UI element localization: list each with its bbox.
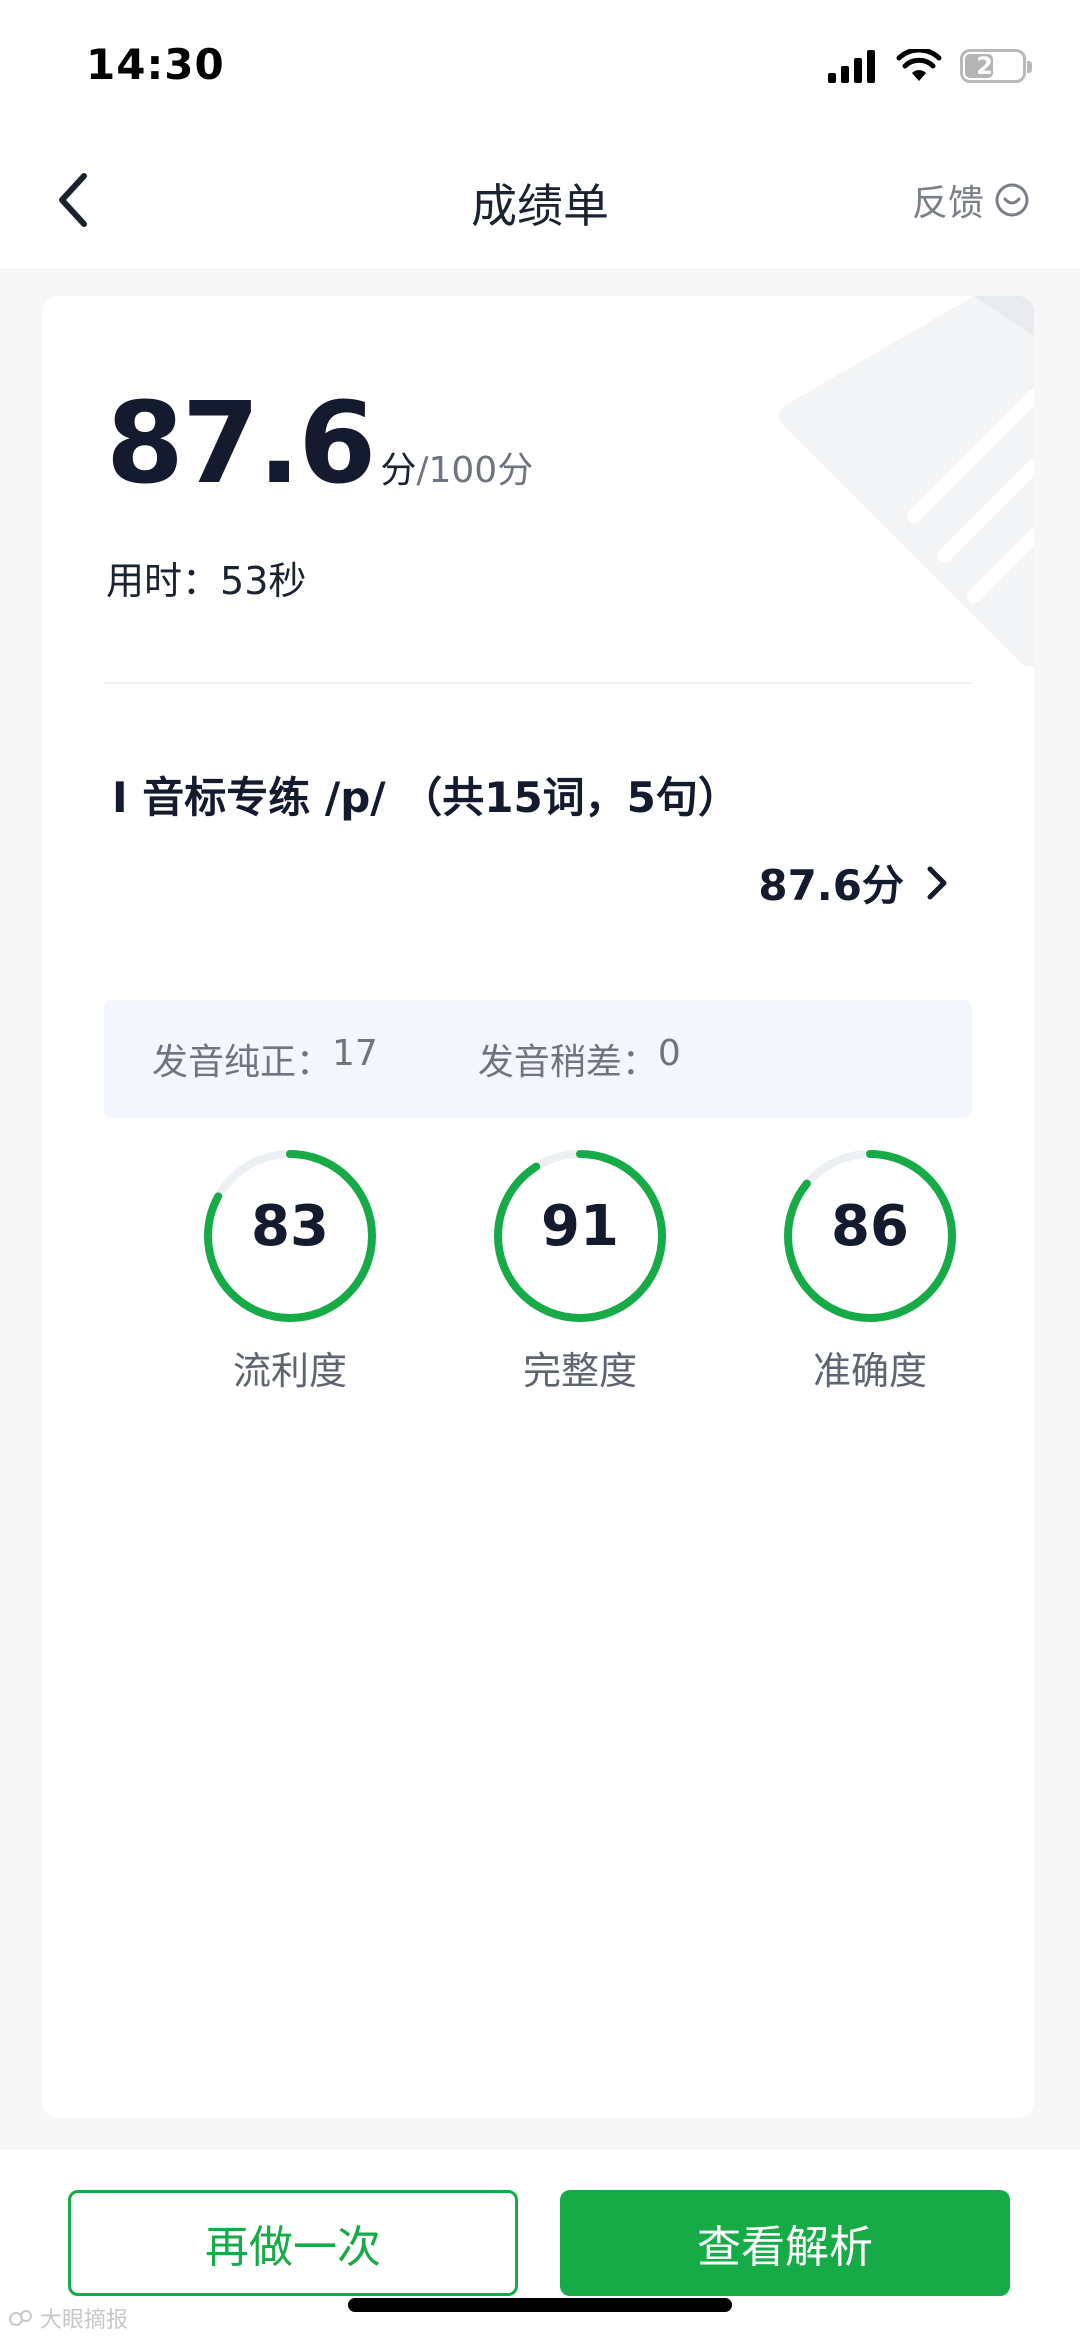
home-indicator	[348, 2298, 732, 2312]
metric-completeness: 91 完整度	[480, 1146, 680, 1395]
score-unit: 分	[380, 450, 417, 491]
view-analysis-button[interactable]: 查看解析	[560, 2190, 1010, 2296]
redo-button[interactable]: 再做一次	[68, 2190, 518, 2296]
nav-bar: 成绩单 反馈	[0, 130, 1080, 268]
decorative-document-icon	[779, 296, 1034, 666]
metric-fluency: 83 流利度	[190, 1146, 390, 1395]
pronunciation-poor-value: 0	[657, 1033, 681, 1074]
exercise-score-link[interactable]: 87.6分	[758, 852, 948, 913]
pronunciation-poor-label: 发音稍差：	[477, 1042, 658, 1083]
pronunciation-summary: 发音纯正： 17 发音稍差： 0	[104, 1000, 972, 1118]
exercise-title: I 音标专练 /p/ （共15词，5句）	[112, 773, 740, 822]
status-time: 14:30	[86, 40, 225, 89]
metric-label: 完整度	[522, 1349, 637, 1393]
time-used-label: 用时：	[106, 559, 221, 603]
status-icons: 21	[828, 46, 1032, 86]
exercise-score: 87.6分	[758, 861, 904, 910]
wifi-icon	[896, 49, 942, 81]
metric-value: 91	[541, 1194, 619, 1259]
divider	[104, 682, 972, 684]
metric-accuracy: 86 准确度	[770, 1146, 970, 1395]
smiley-icon	[995, 183, 1029, 217]
battery-level: 21	[976, 52, 1010, 80]
time-used: 用时：53秒	[106, 550, 306, 605]
report-card: 87.6 分 /100分 用时：53秒 I 音标专练 /p/ （共15词，5句）…	[42, 296, 1034, 2118]
watermark-text: 大眼摘报	[40, 2308, 129, 2333]
score-total: /100分	[416, 450, 534, 491]
battery-icon: 21	[960, 49, 1032, 83]
feedback-button[interactable]: 反馈	[912, 174, 1030, 226]
time-used-value: 53秒	[220, 559, 307, 603]
total-score: 87.6 分 /100分	[106, 388, 533, 500]
screen: 14:30 21 成绩单 反馈 87.6 分 /100分 用时：53秒 I 音标…	[0, 0, 1080, 2337]
signal-icon	[828, 50, 875, 83]
chevron-right-icon	[927, 866, 947, 899]
feedback-label: 反馈	[911, 183, 984, 224]
metric-label: 流利度	[232, 1349, 347, 1393]
status-bar: 14:30 21	[0, 0, 1080, 130]
score-value: 87.6	[106, 379, 376, 509]
pronunciation-standard: 发音纯正： 17	[152, 1033, 378, 1085]
pronunciation-poor: 发音稍差： 0	[478, 1033, 681, 1085]
pronunciation-standard-label: 发音纯正：	[152, 1042, 333, 1083]
pronunciation-standard-value: 17	[332, 1033, 378, 1074]
metric-value: 86	[831, 1194, 909, 1259]
metric-value: 83	[251, 1194, 329, 1259]
watermark-logo-icon	[9, 2310, 32, 2326]
watermark: 大眼摘报	[8, 2302, 128, 2334]
metric-label: 准确度	[812, 1349, 927, 1393]
